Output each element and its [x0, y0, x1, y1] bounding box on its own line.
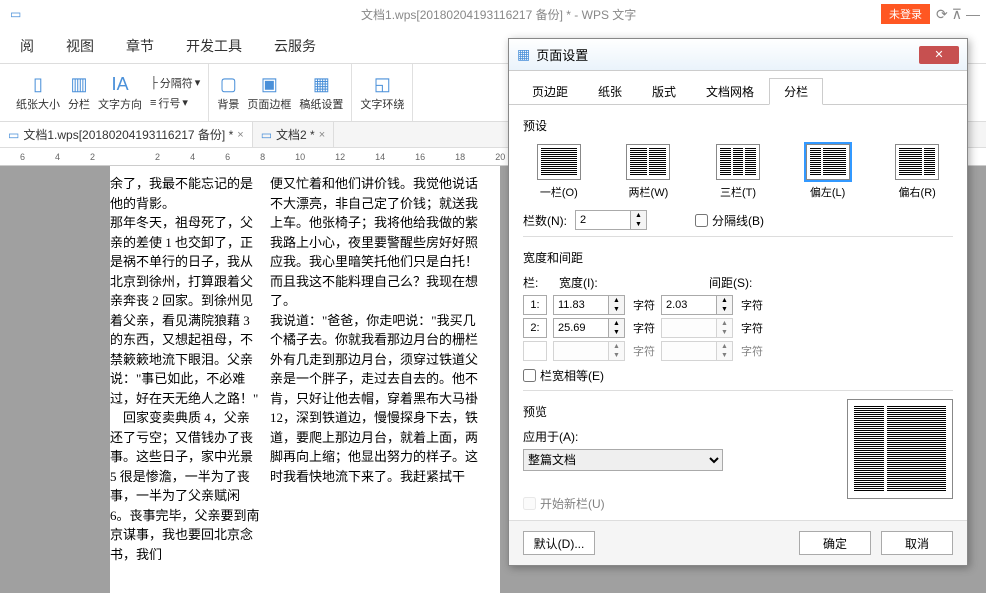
- close-icon[interactable]: ×: [237, 129, 243, 141]
- pin-icon[interactable]: ⊼: [952, 6, 962, 23]
- cancel-button[interactable]: 取消: [881, 531, 953, 555]
- bg-icon: ▢: [220, 74, 237, 95]
- default-button[interactable]: 默认(D)...: [523, 531, 595, 555]
- space-spinner-1[interactable]: ▲▼: [661, 295, 733, 315]
- border-icon: ▣: [261, 74, 278, 95]
- space-spinner-2: ▲▼: [661, 318, 733, 338]
- label: 文字环绕: [360, 96, 404, 112]
- doc-icon: ▭: [10, 7, 21, 21]
- sync-icon[interactable]: ⟳: [936, 6, 948, 23]
- menu-tab[interactable]: 云服务: [258, 36, 332, 56]
- titlebar: ▭ 文档1.wps[20180204193116217 备份] * - WPS …: [0, 0, 986, 28]
- col-count-label: 栏数(N):: [523, 212, 567, 229]
- paper-icon: ▯: [33, 74, 43, 95]
- apply-select[interactable]: 整篇文档: [523, 449, 723, 471]
- minimize-icon[interactable]: —: [966, 6, 980, 23]
- login-button[interactable]: 未登录: [881, 4, 930, 24]
- title-text: 文档1.wps[20180204193116217 备份] * - WPS 文字: [361, 6, 636, 23]
- unit: 字符: [633, 320, 655, 336]
- divider-label: 分隔线(B): [712, 212, 764, 229]
- new-col-checkbox: [523, 497, 536, 510]
- text-wrap-button[interactable]: ◱ 文字环绕: [360, 74, 404, 112]
- preset-label: 预设: [523, 117, 953, 134]
- dialog-icon: ▦: [517, 46, 530, 63]
- equal-width-checkbox[interactable]: [523, 369, 536, 382]
- preset-left[interactable]: 偏左(L): [804, 142, 852, 202]
- page-setup-dialog: ▦ 页面设置 ✕ 页边距 纸张 版式 文档网格 分栏 预设 一栏(O) 两栏(W…: [508, 38, 968, 566]
- tab-margins[interactable]: 页边距: [517, 78, 583, 105]
- col-count-spinner[interactable]: ▲▼: [575, 210, 647, 230]
- apply-label: 应用于(A):: [523, 430, 578, 444]
- separator-button[interactable]: ├ 分隔符 ▾: [150, 75, 200, 91]
- doc-icon: ▭: [261, 128, 272, 142]
- doc-tab-label: 文档2 *: [276, 126, 315, 143]
- menu-tab[interactable]: 视图: [50, 36, 110, 56]
- divider-checkbox[interactable]: [695, 214, 708, 227]
- dialog-title: 页面设置: [536, 45, 588, 64]
- space-hdr: 间距(S):: [709, 274, 829, 291]
- dialog-titlebar[interactable]: ▦ 页面设置 ✕: [509, 39, 967, 71]
- preset-row: 一栏(O) 两栏(W) 三栏(T) 偏左(L) 偏右(R): [523, 142, 953, 202]
- doc-tab-label: 文档1.wps[20180204193116217 备份] *: [23, 126, 233, 143]
- columns-button[interactable]: ▥ 分栏: [68, 74, 90, 112]
- width-section-label: 宽度和间距: [523, 249, 953, 266]
- doc-icon: ▭: [8, 128, 19, 142]
- textdir-icon: ⅠA: [111, 74, 128, 95]
- unit: 字符: [633, 343, 655, 359]
- page[interactable]: 余了，我最不能忘记的是他的背影。 那年冬天，祖母死了，父亲的差使 1 也交卸了，…: [110, 166, 500, 593]
- text-column-1[interactable]: 余了，我最不能忘记的是他的背影。 那年冬天，祖母死了，父亲的差使 1 也交卸了，…: [110, 174, 260, 585]
- width-spinner-2[interactable]: ▲▼: [553, 318, 625, 338]
- tab-paper[interactable]: 纸张: [583, 78, 637, 105]
- doc-tab[interactable]: ▭ 文档1.wps[20180204193116217 备份] * ×: [0, 122, 253, 147]
- label: 稿纸设置: [299, 96, 343, 112]
- text-dir-button[interactable]: ⅠA 文字方向: [98, 74, 142, 112]
- columns-icon: ▥: [70, 74, 87, 95]
- manuscript-button[interactable]: ▦ 稿纸设置: [299, 74, 343, 112]
- menu-tab[interactable]: 章节: [110, 36, 170, 56]
- label: 文字方向: [98, 96, 142, 112]
- close-icon[interactable]: ×: [319, 129, 325, 141]
- preset-three[interactable]: 三栏(T): [714, 142, 762, 202]
- preview-box: [847, 399, 953, 499]
- unit: 字符: [633, 297, 655, 313]
- col-hdr: 栏:: [523, 274, 559, 291]
- manuscript-icon: ▦: [313, 74, 330, 95]
- ok-button[interactable]: 确定: [799, 531, 871, 555]
- row-idx: 1:: [523, 295, 547, 315]
- doc-tab[interactable]: ▭ 文档2 * ×: [253, 122, 334, 147]
- tab-grid[interactable]: 文档网格: [691, 78, 769, 105]
- preset-two[interactable]: 两栏(W): [624, 142, 672, 202]
- width-spinner-1[interactable]: ▲▼: [553, 295, 625, 315]
- col-count-input[interactable]: [575, 210, 631, 230]
- tab-columns[interactable]: 分栏: [769, 78, 823, 105]
- equal-width-label: 栏宽相等(E): [540, 367, 604, 384]
- label: 分栏: [68, 96, 90, 112]
- tab-layout[interactable]: 版式: [637, 78, 691, 105]
- paper-size-button[interactable]: ▯ 纸张大小: [16, 74, 60, 112]
- menu-tab[interactable]: 阅: [4, 36, 50, 56]
- label: 纸张大小: [16, 96, 60, 112]
- close-button[interactable]: ✕: [919, 46, 959, 64]
- unit: 字符: [741, 297, 763, 313]
- dialog-tabs: 页边距 纸张 版式 文档网格 分栏: [509, 71, 967, 105]
- text-column-2[interactable]: 便又忙着和他们讲价钱。我觉他说话不大漂亮，非自己定了价钱；就送我上车。他张椅子；…: [270, 174, 480, 585]
- new-col-label: 开始新栏(U): [540, 495, 605, 512]
- spin-down[interactable]: ▼: [631, 220, 646, 229]
- label: 页面边框: [247, 96, 291, 112]
- preview-label: 预览: [523, 403, 831, 420]
- unit: 字符: [741, 343, 763, 359]
- menu-tab[interactable]: 开发工具: [170, 36, 258, 56]
- label: 背景: [217, 96, 239, 112]
- row-idx: 2:: [523, 318, 547, 338]
- page-border-button[interactable]: ▣ 页面边框: [247, 74, 291, 112]
- preset-one[interactable]: 一栏(O): [535, 142, 583, 202]
- preset-right[interactable]: 偏右(R): [893, 142, 941, 202]
- width-hdr: 宽度(I):: [559, 274, 709, 291]
- spin-up[interactable]: ▲: [631, 211, 646, 220]
- line-no-button[interactable]: ≡ 行号 ▾: [150, 95, 200, 111]
- unit: 字符: [741, 320, 763, 336]
- background-button[interactable]: ▢ 背景: [217, 74, 239, 112]
- wrap-icon: ◱: [374, 74, 391, 95]
- row-idx: [523, 341, 547, 361]
